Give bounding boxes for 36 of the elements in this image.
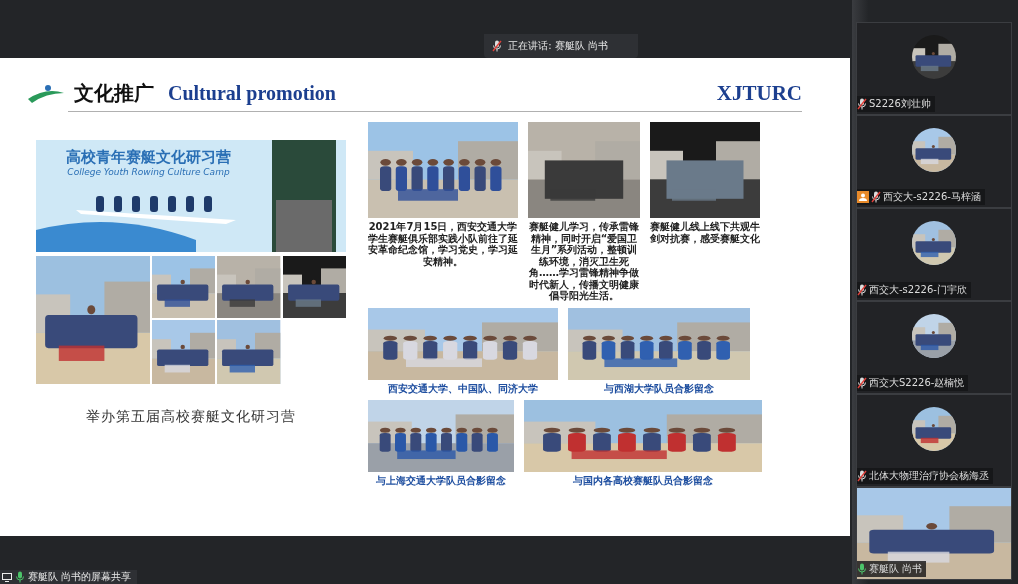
speaking-text: 正在讲话: 赛艇队 尚书	[508, 39, 608, 53]
screen-icon	[2, 572, 12, 582]
participant-name: 北体大物理治疗协会杨海丞	[869, 469, 989, 483]
photo-caption: 与国内各高校赛艇队员合影留念	[572, 475, 714, 487]
participant-name: S2226刘壮帅	[869, 97, 931, 111]
photo-caption: 2021年7月15日，西安交通大学学生赛艇俱乐部实践小队前往了延安革命纪念馆，学习党史，学习延安精神。	[368, 221, 518, 267]
muted-microphone-icon[interactable]	[492, 40, 503, 52]
microphone-icon[interactable]	[857, 563, 867, 575]
photo-caption: 西安交通大学、中国队、同济大学	[387, 382, 539, 394]
muted-microphone-icon[interactable]	[857, 98, 867, 110]
muted-microphone-icon[interactable]	[857, 377, 867, 389]
photo-caption: 赛艇健儿线上线下共观牛剑对抗赛，感受赛艇文化	[650, 221, 760, 244]
muted-microphone-icon[interactable]	[871, 191, 881, 203]
microphone-icon[interactable]	[15, 571, 25, 583]
share-text: 赛艇队 尚书的屏幕共享	[28, 570, 132, 584]
photo-caption: 与西湖大学队员合影留念	[603, 382, 715, 394]
camp-subtitle: College Youth Rowing Culture Camp	[67, 167, 230, 177]
participant-tile[interactable]: 西交大-s2226-马梓涵	[856, 115, 1012, 208]
slide-title: 文化推广	[74, 80, 154, 107]
photo-caption: 与上海交通大学队员合影留念	[375, 475, 507, 487]
muted-microphone-icon[interactable]	[857, 284, 867, 296]
participant-name: 赛艇队 尚书	[869, 562, 923, 576]
participant-tile[interactable]: S2226刘壮帅	[856, 22, 1012, 115]
participant-tile[interactable]: 西交大S2226-赵楠悦	[856, 301, 1012, 394]
participant-name: 西交大S2226-赵楠悦	[869, 376, 965, 390]
brand-text: XJTURC	[716, 81, 802, 106]
muted-microphone-icon[interactable]	[857, 470, 867, 482]
photo-caption: 赛艇健儿学习，传承雷锋精神，同时开启“爱国卫生月”系列活动，整顿训练环境，消灭卫生死角……学习雷锋精神争做时代新人，传播文明健康倡导阳光生活。	[528, 221, 640, 302]
participant-tile[interactable]: 北体大物理治疗协会杨海丞	[856, 394, 1012, 487]
slide-subtitle: Cultural promotion	[168, 82, 336, 105]
participant-tile[interactable]: 赛艇队 尚书	[856, 487, 1012, 580]
camp-caption: 举办第五届高校赛艇文化研习营	[85, 408, 297, 426]
participant-name: 西交大-s2226-马梓涵	[883, 190, 981, 204]
participant-tile[interactable]: 西交大-s2226-门宇欣	[856, 208, 1012, 301]
camp-title: 高校青年赛艇文化研习营	[66, 148, 231, 167]
participant-name: 西交大-s2226-门宇欣	[869, 283, 967, 297]
